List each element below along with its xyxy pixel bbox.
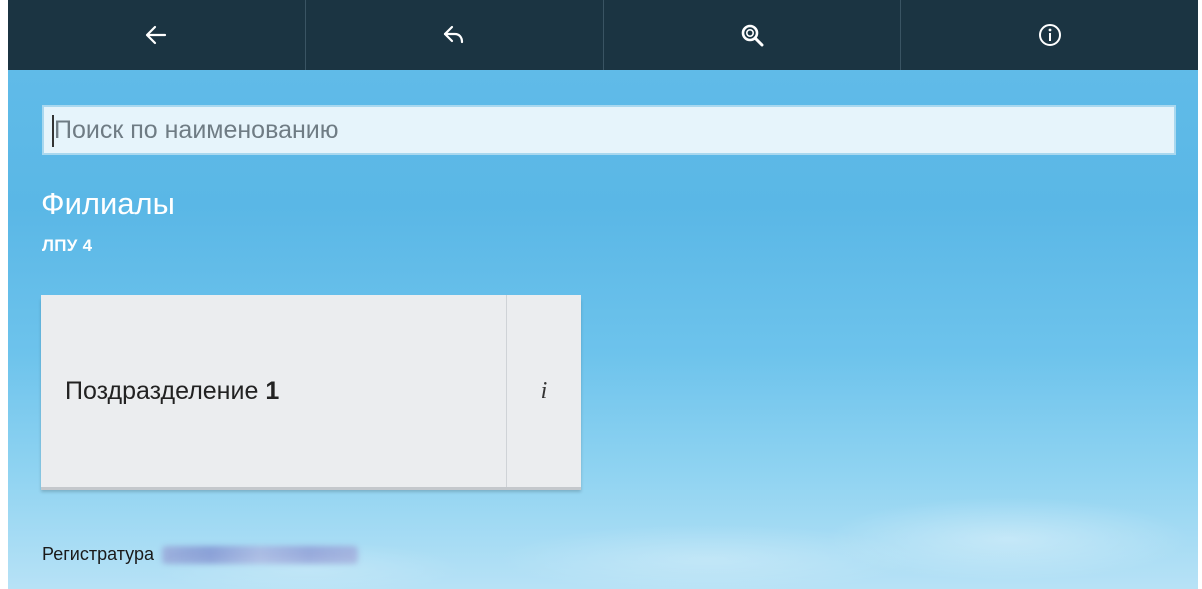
branch-label: Поздразделение — [65, 376, 259, 405]
footer-registry: Регистратура — [42, 544, 358, 565]
redacted-phone — [161, 545, 358, 564]
undo-icon — [444, 25, 464, 44]
top-nav-bar — [8, 0, 1198, 70]
info-icon — [1038, 24, 1061, 46]
search-input[interactable] — [42, 105, 1176, 155]
registry-label: Регистратура — [42, 544, 154, 564]
page-title: Филиалы — [41, 186, 175, 221]
branch-card-body[interactable]: Поздразделение 1 — [41, 295, 506, 487]
page-subtitle: ЛПУ 4 — [42, 236, 93, 255]
branch-card[interactable]: Поздразделение 1 i — [41, 295, 581, 487]
info-button[interactable] — [901, 0, 1198, 70]
info-letter: i — [540, 377, 548, 404]
undo-button[interactable] — [306, 0, 604, 70]
back-button[interactable] — [8, 0, 306, 70]
branch-number: 1 — [265, 376, 280, 405]
text-caret — [52, 115, 54, 147]
search-icon — [741, 24, 764, 47]
arrow-left-icon — [146, 25, 167, 45]
app-screen: Филиалы ЛПУ 4 Поздразделение 1 i Регистр… — [8, 0, 1198, 589]
branch-info-button[interactable]: i — [506, 295, 581, 487]
search-button[interactable] — [604, 0, 902, 70]
